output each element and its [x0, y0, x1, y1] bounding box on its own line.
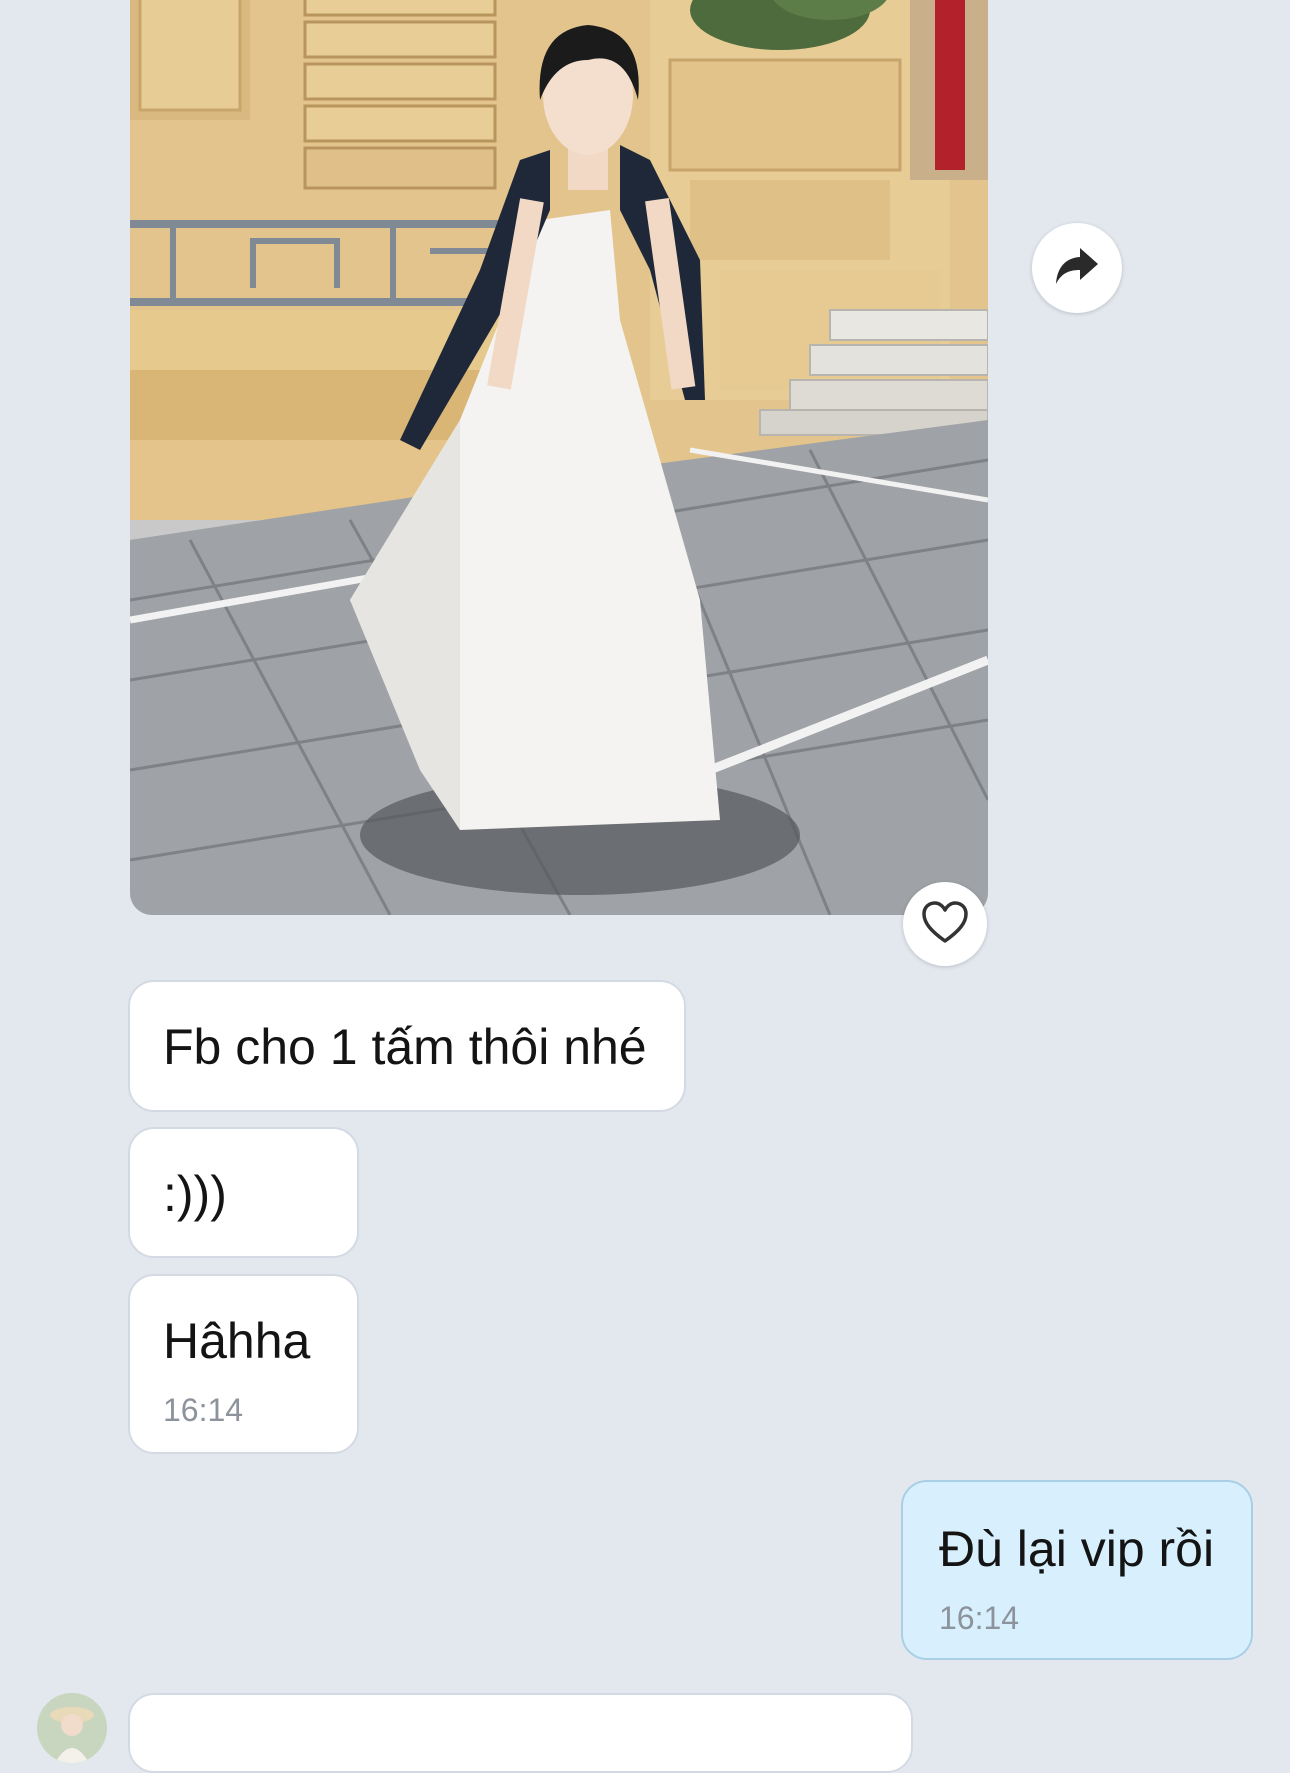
message-bubble-incoming[interactable]: Hâhha 16:14	[128, 1274, 359, 1454]
like-button[interactable]	[903, 882, 987, 966]
message-bubble-incoming[interactable]: Fb cho 1 tấm thôi nhé	[128, 980, 686, 1112]
message-text: Đù lại vip rồi	[939, 1521, 1215, 1577]
message-bubble-incoming[interactable]: :)))	[128, 1127, 359, 1258]
photo-message[interactable]	[130, 0, 988, 915]
message-text: Hâhha	[163, 1313, 311, 1369]
message-bubble-incoming[interactable]	[128, 1693, 913, 1773]
message-bubble-outgoing[interactable]: Đù lại vip rồi 16:14	[901, 1480, 1253, 1660]
photo-image	[130, 0, 988, 915]
message-text: Fb cho 1 tấm thôi nhé	[163, 1019, 647, 1075]
message-timestamp: 16:14	[163, 1392, 244, 1428]
share-button[interactable]	[1032, 223, 1122, 313]
heart-icon	[921, 900, 969, 949]
contact-avatar[interactable]	[37, 1693, 107, 1763]
share-arrow-icon	[1054, 246, 1100, 291]
message-timestamp: 16:14	[939, 1600, 1020, 1636]
message-text: :)))	[163, 1166, 227, 1222]
